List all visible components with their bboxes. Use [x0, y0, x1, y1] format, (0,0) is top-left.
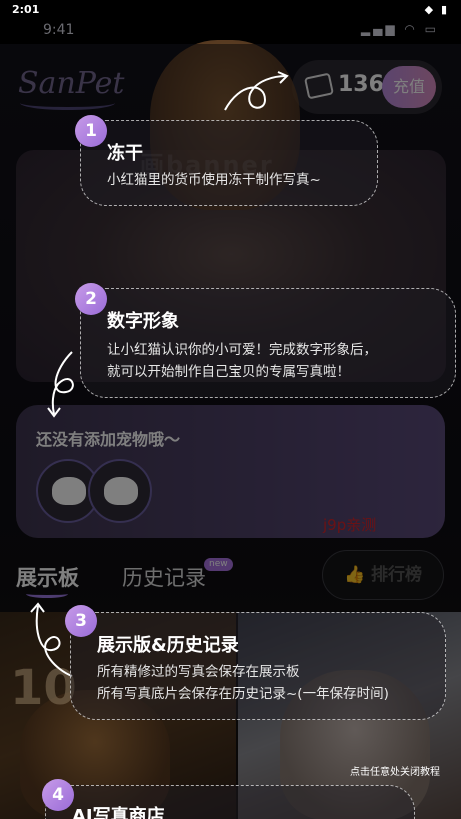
tutorial-callout-ai-shop: AI写真商店: [45, 785, 415, 819]
step-number-badge: 4: [42, 779, 74, 811]
app-indicators: ▂▄▆ ◠ ▭: [360, 22, 439, 36]
app-time: 9:41: [43, 22, 75, 38]
callout-title: 展示版&历史记录: [97, 635, 239, 656]
callout-desc: 所有写真底片会保存在历史记录~(一年保存时间): [97, 686, 389, 702]
system-time: 2:01: [12, 3, 40, 16]
close-tutorial-hint[interactable]: 点击任意处关闭教程: [350, 763, 440, 778]
callout-title: AI写真商店: [72, 806, 165, 819]
callout-title: 冻干: [107, 143, 143, 164]
tutorial-callout-coins: 冻干 小红猫里的货币使用冻干制作写真~: [80, 120, 378, 206]
callout-desc: 让小红猫认识你的小可爱！完成数字形象后，: [107, 342, 377, 358]
arrow-to-coins: [224, 71, 289, 111]
step-number-badge: 2: [75, 283, 107, 315]
tutorial-callout-digital-avatar: 数字形象 让小红猫认识你的小可爱！完成数字形象后， 就可以开始制作自己宝贝的专属…: [80, 288, 456, 398]
arrow-to-pets: [47, 351, 74, 418]
tutorial-callout-showcase-history: 展示版&历史记录 所有精修过的写真会保存在展示板 所有写真底片会保存在历史记录~…: [70, 612, 446, 720]
callout-desc: 就可以开始制作自己宝贝的专属写真啦！: [107, 364, 350, 380]
callout-desc: 小红猫里的货币使用冻干制作写真~: [107, 172, 321, 188]
system-indicators: ◆ ▮: [424, 3, 449, 16]
callout-desc: 所有精修过的写真会保存在展示板: [97, 664, 300, 680]
step-number-badge: 1: [75, 115, 107, 147]
system-status-bar: 2:01 ◆ ▮: [0, 0, 461, 20]
step-number-badge: 3: [65, 605, 97, 637]
callout-title: 数字形象: [107, 311, 179, 332]
